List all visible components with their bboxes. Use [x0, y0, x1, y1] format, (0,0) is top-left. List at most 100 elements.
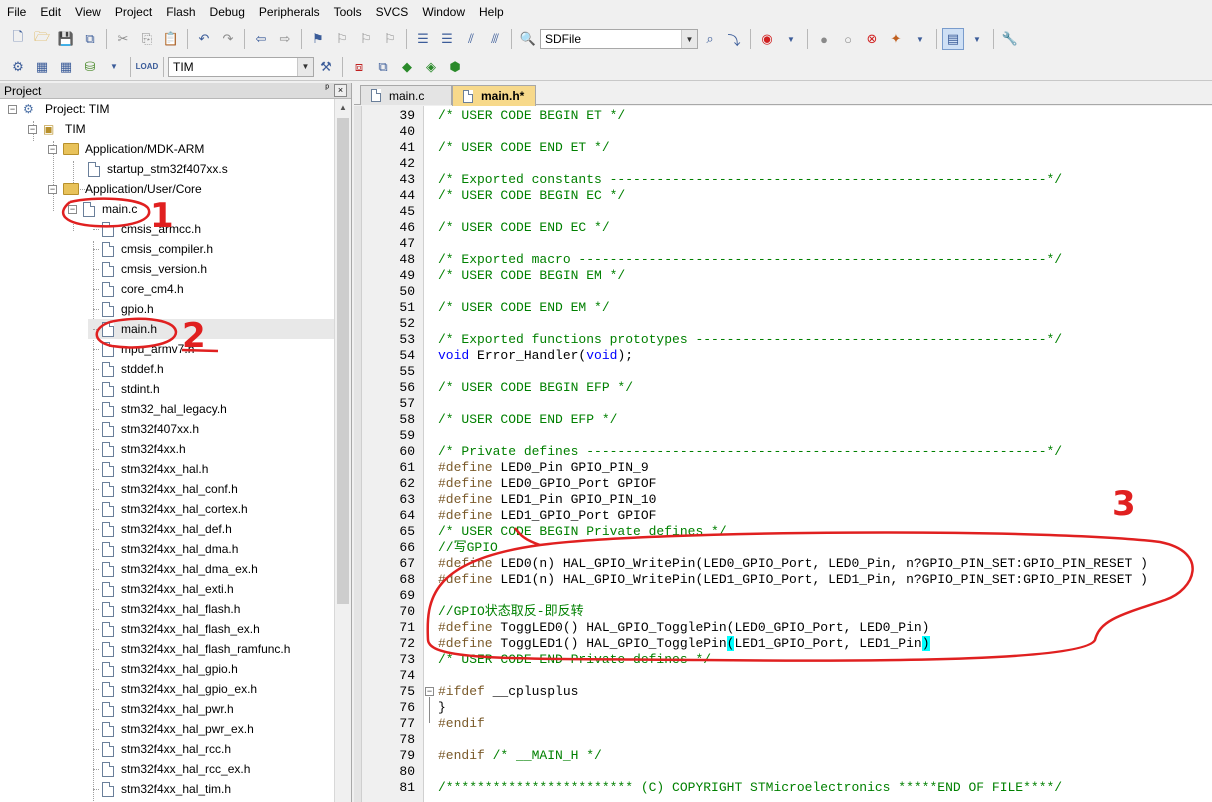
- cut-icon[interactable]: ✂: [112, 28, 134, 50]
- tree-file-item[interactable]: stm32f4xx_hal.h: [88, 459, 334, 479]
- collapse-icon[interactable]: −: [8, 104, 17, 114]
- tree-file-item[interactable]: cmsis_version.h: [88, 259, 334, 279]
- project-tree-scrollbar[interactable]: ▲: [334, 99, 351, 802]
- tree-file-item[interactable]: stm32f4xx_hal_exti.h: [88, 579, 334, 599]
- debug-session-icon[interactable]: ◉: [756, 28, 778, 50]
- tree-file-item[interactable]: stm32f4xx_hal_rcc.h: [88, 739, 334, 759]
- disable-breakpoint-icon[interactable]: ○: [837, 28, 859, 50]
- find-in-files-icon[interactable]: 🔍: [517, 28, 539, 50]
- tree-file-item[interactable]: cmsis_armcc.h: [88, 219, 334, 239]
- tree-file-item[interactable]: stm32f4xx_hal_pwr.h: [88, 699, 334, 719]
- tree-file-item[interactable]: core_cm4.h: [88, 279, 334, 299]
- tree-folder-user-core[interactable]: − Application/User/Core: [48, 179, 202, 199]
- target-combo[interactable]: TIM ▼: [168, 56, 314, 77]
- breakpoint-margin[interactable]: [354, 106, 362, 802]
- tree-file-main-c[interactable]: − main.c: [68, 199, 137, 219]
- nav-back-icon[interactable]: ⇦: [250, 28, 272, 50]
- menu-debug[interactable]: Debug: [203, 0, 252, 25]
- collapse-icon[interactable]: −: [48, 184, 57, 194]
- tab-main-c[interactable]: main.c: [360, 85, 452, 105]
- tree-file-item[interactable]: mpu_armv7.h: [88, 339, 334, 359]
- kill-breakpoints-icon[interactable]: ✦: [885, 28, 907, 50]
- menu-view[interactable]: View: [68, 0, 108, 25]
- tree-file-item[interactable]: stm32f4xx_hal_flash_ramfunc.h: [88, 639, 334, 659]
- chevron-down-icon[interactable]: ▼: [681, 30, 697, 48]
- tree-file-startup[interactable]: startup_stm32f407xx.s: [88, 159, 228, 179]
- nav-forward-icon[interactable]: ⇨: [274, 28, 296, 50]
- batch-build-icon[interactable]: ⛁: [79, 56, 101, 78]
- menu-peripherals[interactable]: Peripherals: [252, 0, 327, 25]
- tree-file-item[interactable]: stm32f4xx_hal_gpio_ex.h: [88, 679, 334, 699]
- build-icon[interactable]: ▦: [31, 56, 53, 78]
- comment-icon[interactable]: ⫽: [460, 28, 482, 50]
- debug-dropdown-icon[interactable]: ▼: [780, 28, 802, 50]
- select-packs-icon[interactable]: ⧉: [372, 56, 394, 78]
- tree-file-item[interactable]: cmsis_compiler.h: [88, 239, 334, 259]
- manage-rte-icon[interactable]: ◆: [396, 56, 418, 78]
- menu-project[interactable]: Project: [108, 0, 159, 25]
- scroll-up-icon[interactable]: ▲: [335, 99, 351, 116]
- configure-icon[interactable]: 🔧: [999, 28, 1021, 50]
- tree-file-item[interactable]: stddef.h: [88, 359, 334, 379]
- incremental-find-icon[interactable]: ⤵: [723, 28, 745, 50]
- tree-project-root[interactable]: − ⚙ Project: TIM: [8, 99, 109, 119]
- save-icon[interactable]: 💾: [55, 28, 77, 50]
- pin-icon[interactable]: ᵖ: [325, 83, 329, 94]
- tree-file-item[interactable]: stm32f4xx_hal_dma_ex.h: [88, 559, 334, 579]
- tree-file-item[interactable]: stm32f4xx_hal_conf.h: [88, 479, 334, 499]
- tree-file-item[interactable]: stm32f4xx_hal_cortex.h: [88, 499, 334, 519]
- tree-file-item[interactable]: stm32f4xx_hal_pwr_ex.h: [88, 719, 334, 739]
- clear-breakpoints-icon[interactable]: ⊗: [861, 28, 883, 50]
- new-file-icon[interactable]: 🗋: [7, 28, 29, 50]
- redo-icon[interactable]: ↷: [217, 28, 239, 50]
- tree-file-item[interactable]: stm32f4xx_hal_flash_ex.h: [88, 619, 334, 639]
- tree-file-item[interactable]: stm32f4xx_hal_gpio.h: [88, 659, 334, 679]
- target-options-icon[interactable]: ⚒: [315, 56, 337, 78]
- open-file-icon[interactable]: 🗁: [31, 28, 53, 50]
- collapse-icon[interactable]: −: [28, 124, 37, 134]
- fold-toggle-icon[interactable]: −: [425, 687, 434, 696]
- bookmark-prev-icon[interactable]: ⚐: [331, 28, 353, 50]
- tree-file-item[interactable]: main.h: [88, 319, 334, 339]
- download-icon[interactable]: LOAD: [136, 56, 159, 78]
- pack-installer-icon[interactable]: ◈: [420, 56, 442, 78]
- layout-dropdown-icon[interactable]: ▼: [966, 28, 988, 50]
- menu-file[interactable]: File: [0, 0, 33, 25]
- chevron-down-icon[interactable]: ▼: [297, 57, 313, 76]
- cube-mx-icon[interactable]: ⬢: [444, 56, 466, 78]
- uncomment-icon[interactable]: ⫻: [484, 28, 506, 50]
- batch-dropdown-icon[interactable]: ▼: [103, 56, 125, 78]
- tree-file-item[interactable]: stm32f407xx.h: [88, 419, 334, 439]
- tree-folder-mdk-arm[interactable]: − Application/MDK-ARM: [48, 139, 204, 159]
- tree-file-item[interactable]: stdint.h: [88, 379, 334, 399]
- tree-file-item[interactable]: stm32f4xx_hal_tim.h: [88, 779, 334, 799]
- indent-icon[interactable]: ☰: [412, 28, 434, 50]
- close-icon[interactable]: ×: [334, 84, 347, 97]
- tree-file-item[interactable]: stm32f4xx_hal_def.h: [88, 519, 334, 539]
- menu-tools[interactable]: Tools: [327, 0, 369, 25]
- menu-window[interactable]: Window: [415, 0, 472, 25]
- tree-file-item[interactable]: stm32f4xx_hal_dma.h: [88, 539, 334, 559]
- menu-svcs[interactable]: SVCS: [369, 0, 416, 25]
- breakpoint-dropdown-icon[interactable]: ▼: [909, 28, 931, 50]
- tree-file-item[interactable]: stm32_hal_legacy.h: [88, 399, 334, 419]
- translate-icon[interactable]: ⚙: [7, 56, 29, 78]
- find-combo[interactable]: SDFile ▼: [540, 29, 698, 49]
- scrollbar-thumb[interactable]: [337, 118, 349, 604]
- collapse-icon[interactable]: −: [48, 144, 57, 154]
- find-icon[interactable]: ⌕: [699, 28, 721, 50]
- collapse-icon[interactable]: −: [68, 204, 77, 214]
- tree-file-item[interactable]: stm32f4xx_hal_flash.h: [88, 599, 334, 619]
- manage-project-icon[interactable]: ⧈: [348, 56, 370, 78]
- bookmark-next-icon[interactable]: ⚐: [355, 28, 377, 50]
- bookmark-clear-icon[interactable]: ⚐: [379, 28, 401, 50]
- bookmark-icon[interactable]: ⚑: [307, 28, 329, 50]
- copy-icon[interactable]: ⎘: [136, 28, 158, 50]
- menu-flash[interactable]: Flash: [159, 0, 202, 25]
- menu-edit[interactable]: Edit: [33, 0, 68, 25]
- code-editor[interactable]: 39 40 41 42 43 44 45 46 47 48 49 50 51 52 53 54 55 56 57 58…: [354, 106, 1212, 802]
- tree-file-item[interactable]: stm32f4xx.h: [88, 439, 334, 459]
- menu-help[interactable]: Help: [472, 0, 511, 25]
- rebuild-icon[interactable]: ▦: [55, 56, 77, 78]
- tree-file-item[interactable]: stm32f4xx_hal_rcc_ex.h: [88, 759, 334, 779]
